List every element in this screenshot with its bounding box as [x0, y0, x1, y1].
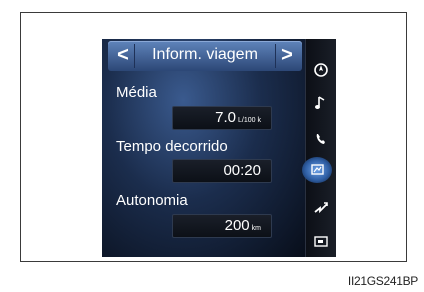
- phone-icon[interactable]: [310, 128, 332, 150]
- display-screen: < Inform. viagem > Média 7.0 L/100 k Temp…: [102, 39, 336, 257]
- figure-code: II21GS241BP: [347, 274, 418, 288]
- range-value-box: 200 km: [172, 214, 272, 238]
- info-icon[interactable]: [302, 157, 332, 183]
- average-label: Média: [116, 84, 157, 101]
- sidebar: [302, 39, 336, 257]
- range-label: Autonomia: [116, 192, 188, 209]
- range-value: 200: [224, 217, 250, 234]
- average-value-box: 7.0 L/100 k: [172, 106, 272, 130]
- elapsed-time-value-box: 00:20: [172, 159, 272, 183]
- page-title: Inform. viagem: [152, 46, 258, 63]
- elapsed-time-value: 00:20: [223, 162, 261, 179]
- range-unit: km: [251, 225, 261, 232]
- average-value: 7.0: [215, 109, 237, 126]
- previous-page-button[interactable]: <: [112, 44, 135, 68]
- route-icon[interactable]: [310, 196, 332, 218]
- average-unit: L/100 k: [238, 117, 261, 124]
- trip-info-panel: < Inform. viagem > Média 7.0 L/100 k Temp…: [102, 39, 305, 257]
- screen-icon[interactable]: [310, 230, 332, 252]
- music-icon[interactable]: [310, 92, 332, 114]
- elapsed-time-label: Tempo decorrido: [116, 138, 228, 155]
- title-bar: < Inform. viagem >: [108, 41, 302, 71]
- navigation-icon[interactable]: [310, 59, 332, 81]
- next-page-button[interactable]: >: [275, 44, 298, 68]
